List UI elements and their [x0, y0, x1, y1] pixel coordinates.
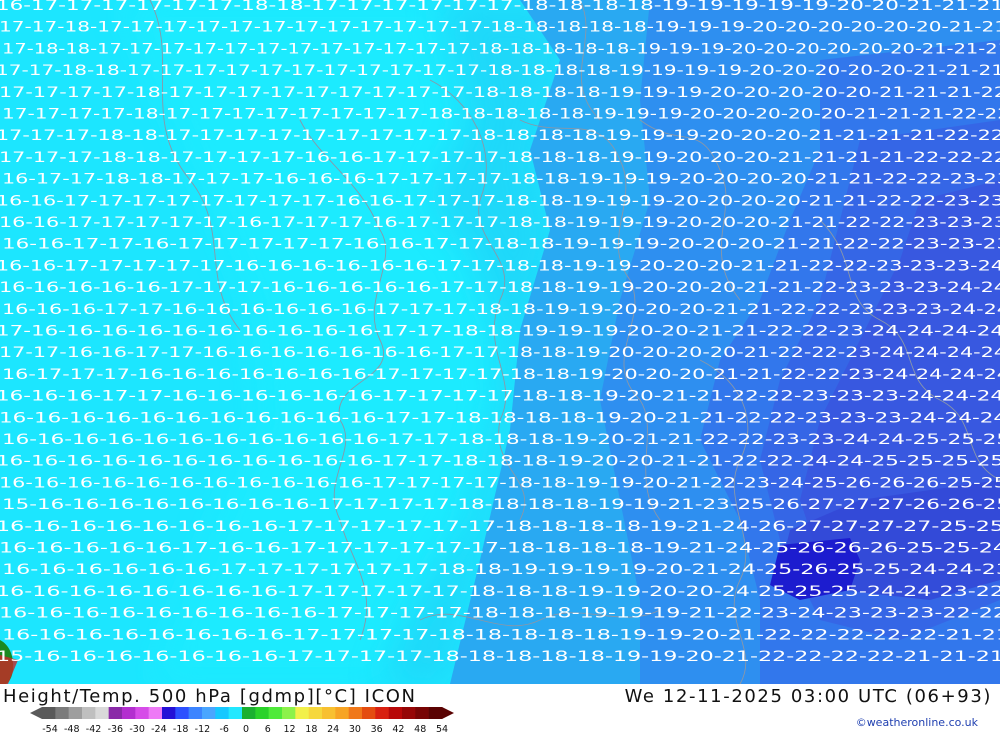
isotherm-row: 15-16-16-16-16-16-16-16-16-17-17-17-17-1… [2, 497, 1000, 513]
color-scale-legend: -54 -48 -42 -36 -30 -24 -18 -12 -6 0 6 12 18 24 30 36 42… [30, 707, 454, 733]
isotherm-labels: 16-17-17-17-17-17-17-18-18-17-17-17-17-1… [0, 0, 1000, 665]
isotherm-row: 17-17-17-18-18-17-17-17-17-17-17-17-17-1… [0, 128, 1000, 144]
legend-swatch [255, 707, 269, 719]
legend-tick-label: 42 [392, 724, 404, 733]
temperature-map[interactable]: 16-17-17-17-17-17-17-18-18-17-17-17-17-1… [0, 0, 1000, 684]
legend-swatch [362, 707, 376, 719]
legend-swatch [215, 707, 229, 719]
valid-time: We 12-11-2025 03:00 UTC (06+93) [624, 686, 992, 707]
isotherm-row: 16-16-16-16-16-17-17-17-16-16-16-16-16-1… [0, 280, 1000, 296]
legend-swatch [388, 707, 403, 719]
isotherm-row: 16-16-16-16-16-16-16-16-17-17-17-17-18-1… [2, 627, 1000, 643]
legend-swatch [82, 707, 96, 719]
legend-swatch [148, 707, 163, 719]
isotherm-row: 17-17-17-17-18-17-17-17-17-17-17-17-17-1… [0, 85, 1000, 101]
legend-tick-label: 48 [414, 724, 426, 733]
legend-swatch [282, 707, 296, 719]
isotherm-row: 17-17-17-18-18-17-17-17-17-16-16-17-17-1… [0, 150, 1000, 166]
isotherm-row: 16-17-17-18-18-17-17-17-16-16-16-17-17-1… [2, 172, 1000, 188]
legend-swatch [95, 707, 109, 719]
legend-tick-label: -36 [108, 724, 124, 733]
legend-swatch [415, 707, 429, 719]
map-canvas: 16-17-17-17-17-17-17-18-18-17-17-17-17-1… [0, 0, 1000, 684]
legend-swatch [308, 707, 323, 719]
isotherm-row: 17-16-16-16-16-16-16-16-16-16-16-17-17-1… [0, 324, 1000, 340]
legend-swatch [68, 707, 83, 719]
isotherm-row: 16-16-16-16-16-17-16-16-17-17-17-17-17-1… [0, 541, 1000, 557]
legend-arrow-right [442, 707, 454, 719]
map-footer: Height/Temp. 500 hPa [gdmp][°C] ICON We … [0, 684, 1000, 733]
legend-swatch [242, 707, 256, 719]
legend-tick-label: 30 [349, 724, 361, 733]
legend-swatch [228, 707, 243, 719]
legend-tick-label: 54 [436, 724, 448, 733]
legend-tick-label: 18 [305, 724, 317, 733]
legend-tick-label: -18 [173, 724, 189, 733]
isotherm-row: 16-16-16-17-17-16-16-16-16-16-16-17-17-1… [0, 389, 1000, 405]
legend-swatch [175, 707, 189, 719]
legend-swatch [188, 707, 203, 719]
legend-tick-label: 24 [327, 724, 339, 733]
legend-tick-label: -12 [195, 724, 211, 733]
isotherm-row: 16-17-17-17-17-17-17-18-18-17-17-17-17-1… [0, 0, 1000, 14]
isotherm-row: 16-16-16-16-16-16-16-16-17-17-17-17-17-1… [0, 584, 1000, 600]
legend-tick-label: 6 [265, 724, 271, 733]
isotherm-row: 17-17-18-18-17-17-17-17-17-17-17-17-17-1… [0, 63, 1000, 79]
isotherm-row: 17-17-16-16-17-17-16-16-16-16-16-16-16-1… [0, 345, 1000, 361]
legend-swatch [322, 707, 336, 719]
isotherm-row: 16-17-17-17-16-16-16-16-16-16-16-17-17-1… [2, 367, 1000, 383]
legend-swatch [135, 707, 149, 719]
legend-tick-label: -54 [42, 724, 58, 733]
legend-swatch [108, 707, 123, 719]
isotherm-row: 16-16-16-16-16-16-16-16-16-16-16-17-17-1… [0, 475, 1000, 491]
legend-tick-label: -42 [86, 724, 102, 733]
isotherm-row: 16-16-17-17-17-17-17-16-17-17-17-16-17-1… [0, 215, 1000, 231]
isotherm-row: 16-16-16-17-17-16-16-16-16-16-16-17-17-1… [2, 302, 1000, 318]
legend-tick-label: 0 [243, 724, 249, 733]
product-title: Height/Temp. 500 hPa [gdmp][°C] ICON [3, 686, 417, 707]
legend-tick-label: 36 [371, 724, 383, 733]
isotherm-row: 17-17-18-17-17-17-17-17-17-17-17-17-17-1… [0, 20, 1000, 36]
legend-swatch [42, 707, 56, 719]
legend-tick-label: -24 [151, 724, 167, 733]
isotherm-row: 16-16-17-17-17-17-17-17-17-17-16-16-17-1… [0, 193, 1000, 209]
isotherm-row: 16-16-16-16-16-16-16-16-16-16-16-17-17-1… [0, 454, 1000, 470]
legend-tick-label: -48 [64, 724, 80, 733]
legend-swatch [348, 707, 363, 719]
credit-link[interactable]: ©weatheronline.co.uk [856, 716, 978, 729]
legend-tick-label: 12 [284, 724, 296, 733]
legend-swatch [162, 707, 176, 719]
legend-swatch [122, 707, 136, 719]
isotherm-row: 16-16-17-17-17-17-17-16-16-16-16-16-16-1… [0, 258, 1000, 274]
legend-swatch [268, 707, 283, 719]
isotherm-row: 16-16-17-17-16-17-17-17-17-17-16-16-17-1… [2, 237, 1000, 253]
isotherm-row: 16-16-16-16-16-16-16-16-16-17-17-17-17-1… [0, 606, 1000, 622]
legend-arrow-left [30, 707, 42, 719]
isotherm-row: 16-16-16-16-16-16-17-17-17-17-17-17-18-1… [2, 562, 1000, 578]
isotherm-row: 15-16-16-16-16-16-16-16-17-17-17-17-18-1… [0, 649, 1000, 665]
isotherm-row: 17-18-18-17-17-17-17-17-17-17-17-17-17-1… [2, 41, 1000, 57]
legend-swatch [55, 707, 69, 719]
legend-tick-label: -6 [219, 724, 228, 733]
isotherm-row: 16-16-16-16-16-16-16-16-17-17-17-17-17-1… [0, 519, 1000, 535]
isotherm-row: 16-16-16-16-16-16-16-16-16-16-16-17-17-1… [0, 410, 1000, 426]
isotherm-row: 16-16-16-16-16-16-16-16-16-16-16-17-17-1… [2, 432, 1000, 448]
legend-swatch [335, 707, 349, 719]
legend-swatch [402, 707, 416, 719]
legend-swatch [295, 707, 309, 719]
isotherm-row: 17-17-17-17-18-17-17-17-17-17-17-17-17-1… [2, 107, 1000, 123]
legend-swatch [375, 707, 389, 719]
legend-swatch [202, 707, 216, 719]
legend-tick-label: -30 [129, 724, 145, 733]
legend-swatch [428, 707, 443, 719]
